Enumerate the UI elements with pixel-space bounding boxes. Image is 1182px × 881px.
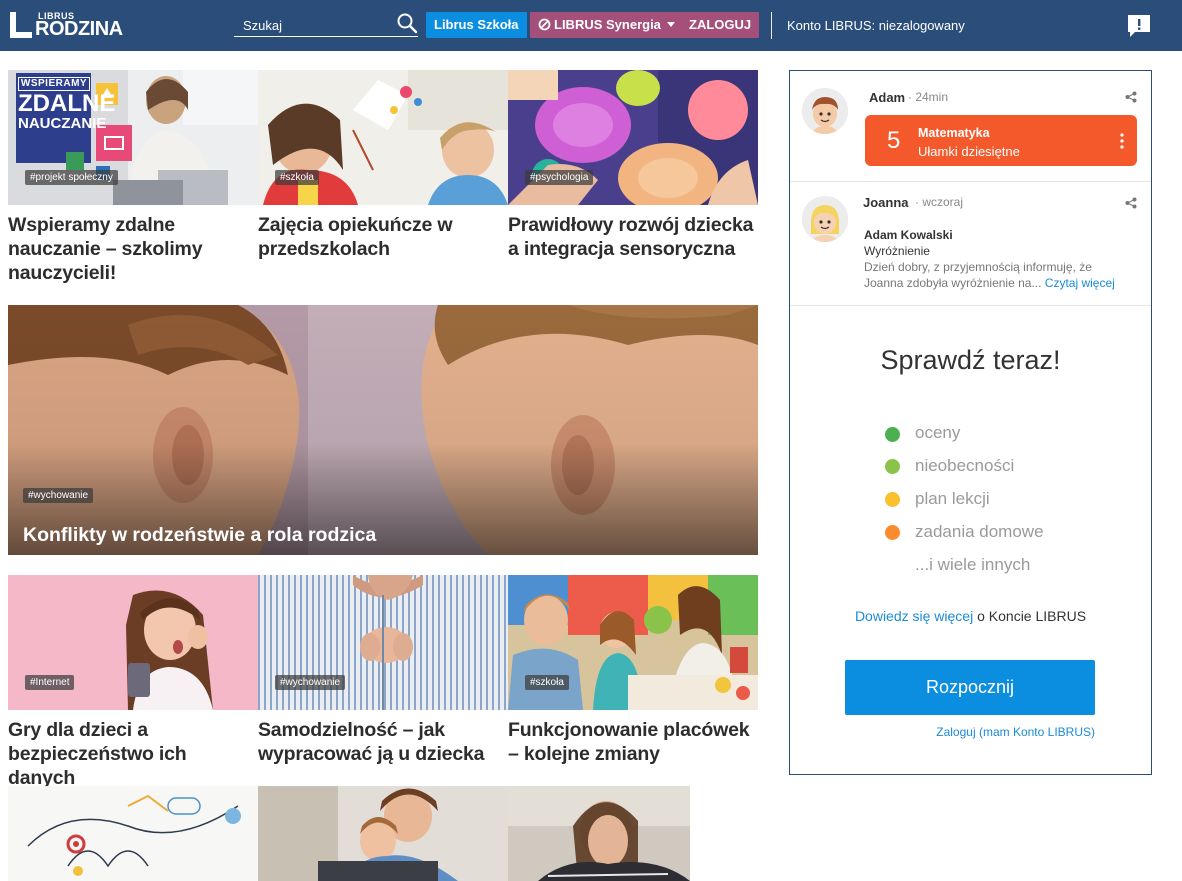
start-button[interactable]: Rozpocznij (845, 660, 1095, 715)
feature-timetable: plan lekcji (915, 489, 990, 508)
learn-more-link[interactable]: Dowiedz się więcej (855, 608, 973, 624)
account-promo-sidebar: Adam · 24min 5 Matematyka Ułamki dziesię… (789, 70, 1152, 775)
login-button[interactable]: ZALOGUJ (681, 12, 760, 38)
message-subject: Wyróżnienie (864, 244, 930, 258)
featured-article[interactable]: #wychowanie Konflikty w rodzeństwie a ro… (8, 305, 758, 555)
article-card[interactable] (258, 786, 508, 881)
feature-homework: zadania domowe (915, 522, 1044, 541)
article-thumbnail[interactable] (258, 786, 508, 881)
feature-bullet-yellow (885, 492, 900, 507)
article-card[interactable]: #Internet Gry dla dzieci a bezpieczeństw… (8, 575, 258, 789)
featured-article-title[interactable]: Konflikty w rodzeństwie a rola rodzica (23, 524, 376, 547)
message-sender: Adam Kowalski (864, 228, 953, 242)
article-card[interactable]: #psychologia Prawidłowy rozwój dziecka a… (508, 70, 758, 300)
article-thumbnail[interactable]: #szkoła (508, 575, 758, 710)
article-thumbnail[interactable]: #psychologia (508, 70, 758, 205)
article-card[interactable]: #wychowanie Samodzielność – jak wypracow… (258, 575, 508, 775)
grade-subject: Matematyka (918, 126, 990, 140)
article-title[interactable]: Prawidłowy rozwój dziecka a integracja s… (508, 213, 758, 261)
tag-label[interactable]: #projekt społeczny (25, 170, 118, 185)
share-icon[interactable] (1125, 91, 1137, 103)
article-card[interactable]: #szkoła Zajęcia opiekuńcze w przedszkola… (258, 70, 508, 300)
tag-label[interactable]: #psychologia (525, 170, 594, 185)
tag-label[interactable]: #szkoła (275, 170, 319, 185)
tag-label[interactable]: #wychowanie (23, 488, 94, 503)
avatar (802, 196, 848, 242)
top-navbar: LIBRUS RODZINA Librus Szkoła LIBRUS Syne… (0, 0, 1182, 51)
librus-synergia-dropdown[interactable]: LIBRUS Synergia (530, 12, 683, 38)
search-input[interactable] (243, 15, 393, 35)
logo-mark-icon (10, 12, 32, 38)
sender-name: Joanna (863, 195, 909, 210)
sender-name: Adam (869, 90, 906, 105)
search-icon[interactable] (396, 12, 418, 34)
grade-value: 5 (887, 127, 901, 154)
chevron-down-icon (666, 22, 675, 28)
share-icon[interactable] (1125, 197, 1137, 209)
notification-time: · wczoraj (915, 195, 964, 209)
feature-absences: nieobecności (915, 456, 1015, 475)
feature-grades: oceny (915, 423, 961, 442)
article-thumbnail[interactable] (508, 786, 758, 881)
grade-card[interactable]: 5 Matematyka Ułamki dziesiętne (865, 115, 1137, 166)
more-vertical-icon[interactable] (1120, 133, 1124, 149)
grade-topic: Ułamki dziesiętne (918, 144, 1020, 159)
article-card[interactable]: #szkoła Funkcjonowanie placówek – kolejn… (508, 575, 758, 775)
promo-heading: Sprawdź teraz! (880, 345, 1061, 375)
navbar-divider (771, 12, 772, 39)
article-thumbnail[interactable]: WSPIERAMY ZDALNE NAUCZANIE #projekt społ… (8, 70, 258, 205)
article-thumbnail[interactable]: #Internet (8, 575, 258, 710)
tag-label[interactable]: #szkoła (525, 675, 569, 690)
librus-szkola-button[interactable]: Librus Szkoła (426, 12, 527, 38)
login-existing-account-link[interactable]: Zaloguj (mam Konto LIBRUS) (790, 725, 1151, 739)
account-status: Konto LIBRUS: niezalogowany (787, 18, 965, 33)
learn-more-line: Dowiedz się więcej o Koncie LIBRUS (854, 608, 1087, 624)
feedback-icon[interactable] (1126, 13, 1152, 39)
thumb-banner: WSPIERAMY ZDALNE NAUCZANIE (18, 77, 116, 132)
feature-bullet-orange (885, 525, 900, 540)
synergia-label: LIBRUS Synergia (554, 17, 661, 32)
article-thumbnail[interactable]: #wychowanie (258, 575, 508, 710)
article-title[interactable]: Funkcjonowanie placówek – kolejne zmiany (508, 718, 758, 766)
feature-bullet-lime (885, 459, 900, 474)
avatar (802, 88, 848, 134)
article-thumbnail[interactable]: #szkoła (258, 70, 508, 205)
tag-label[interactable]: #wychowanie (275, 675, 346, 690)
article-thumbnail[interactable] (8, 786, 258, 881)
article-title[interactable]: Wspieramy zdalne nauczanie – szkolimy na… (8, 213, 258, 285)
read-more-link[interactable]: Czytaj więcej (1045, 276, 1115, 290)
search-box (234, 12, 418, 37)
feature-more: ...i wiele innych (915, 555, 1031, 574)
block-icon (538, 18, 551, 31)
article-card[interactable]: WSPIERAMY ZDALNE NAUCZANIE #projekt społ… (8, 70, 258, 300)
feature-bullet-green (885, 427, 900, 442)
logo-main-text: RODZINA (35, 18, 123, 40)
article-title[interactable]: Gry dla dzieci a bezpieczeństwo ich dany… (8, 718, 258, 790)
grade-notification[interactable]: Adam · 24min 5 Matematyka Ułamki dziesię… (790, 71, 1151, 182)
article-card[interactable] (8, 786, 258, 881)
article-title[interactable]: Zajęcia opiekuńcze w przedszkolach (258, 213, 508, 261)
article-title[interactable]: Samodzielność – jak wypracować ją u dzie… (258, 718, 508, 766)
article-card[interactable] (508, 786, 758, 881)
message-preview: Dzień dobry, z przyjemnością informuję, … (864, 260, 1115, 290)
tag-label[interactable]: #Internet (25, 675, 75, 690)
notification-time: · 24min (908, 90, 949, 104)
